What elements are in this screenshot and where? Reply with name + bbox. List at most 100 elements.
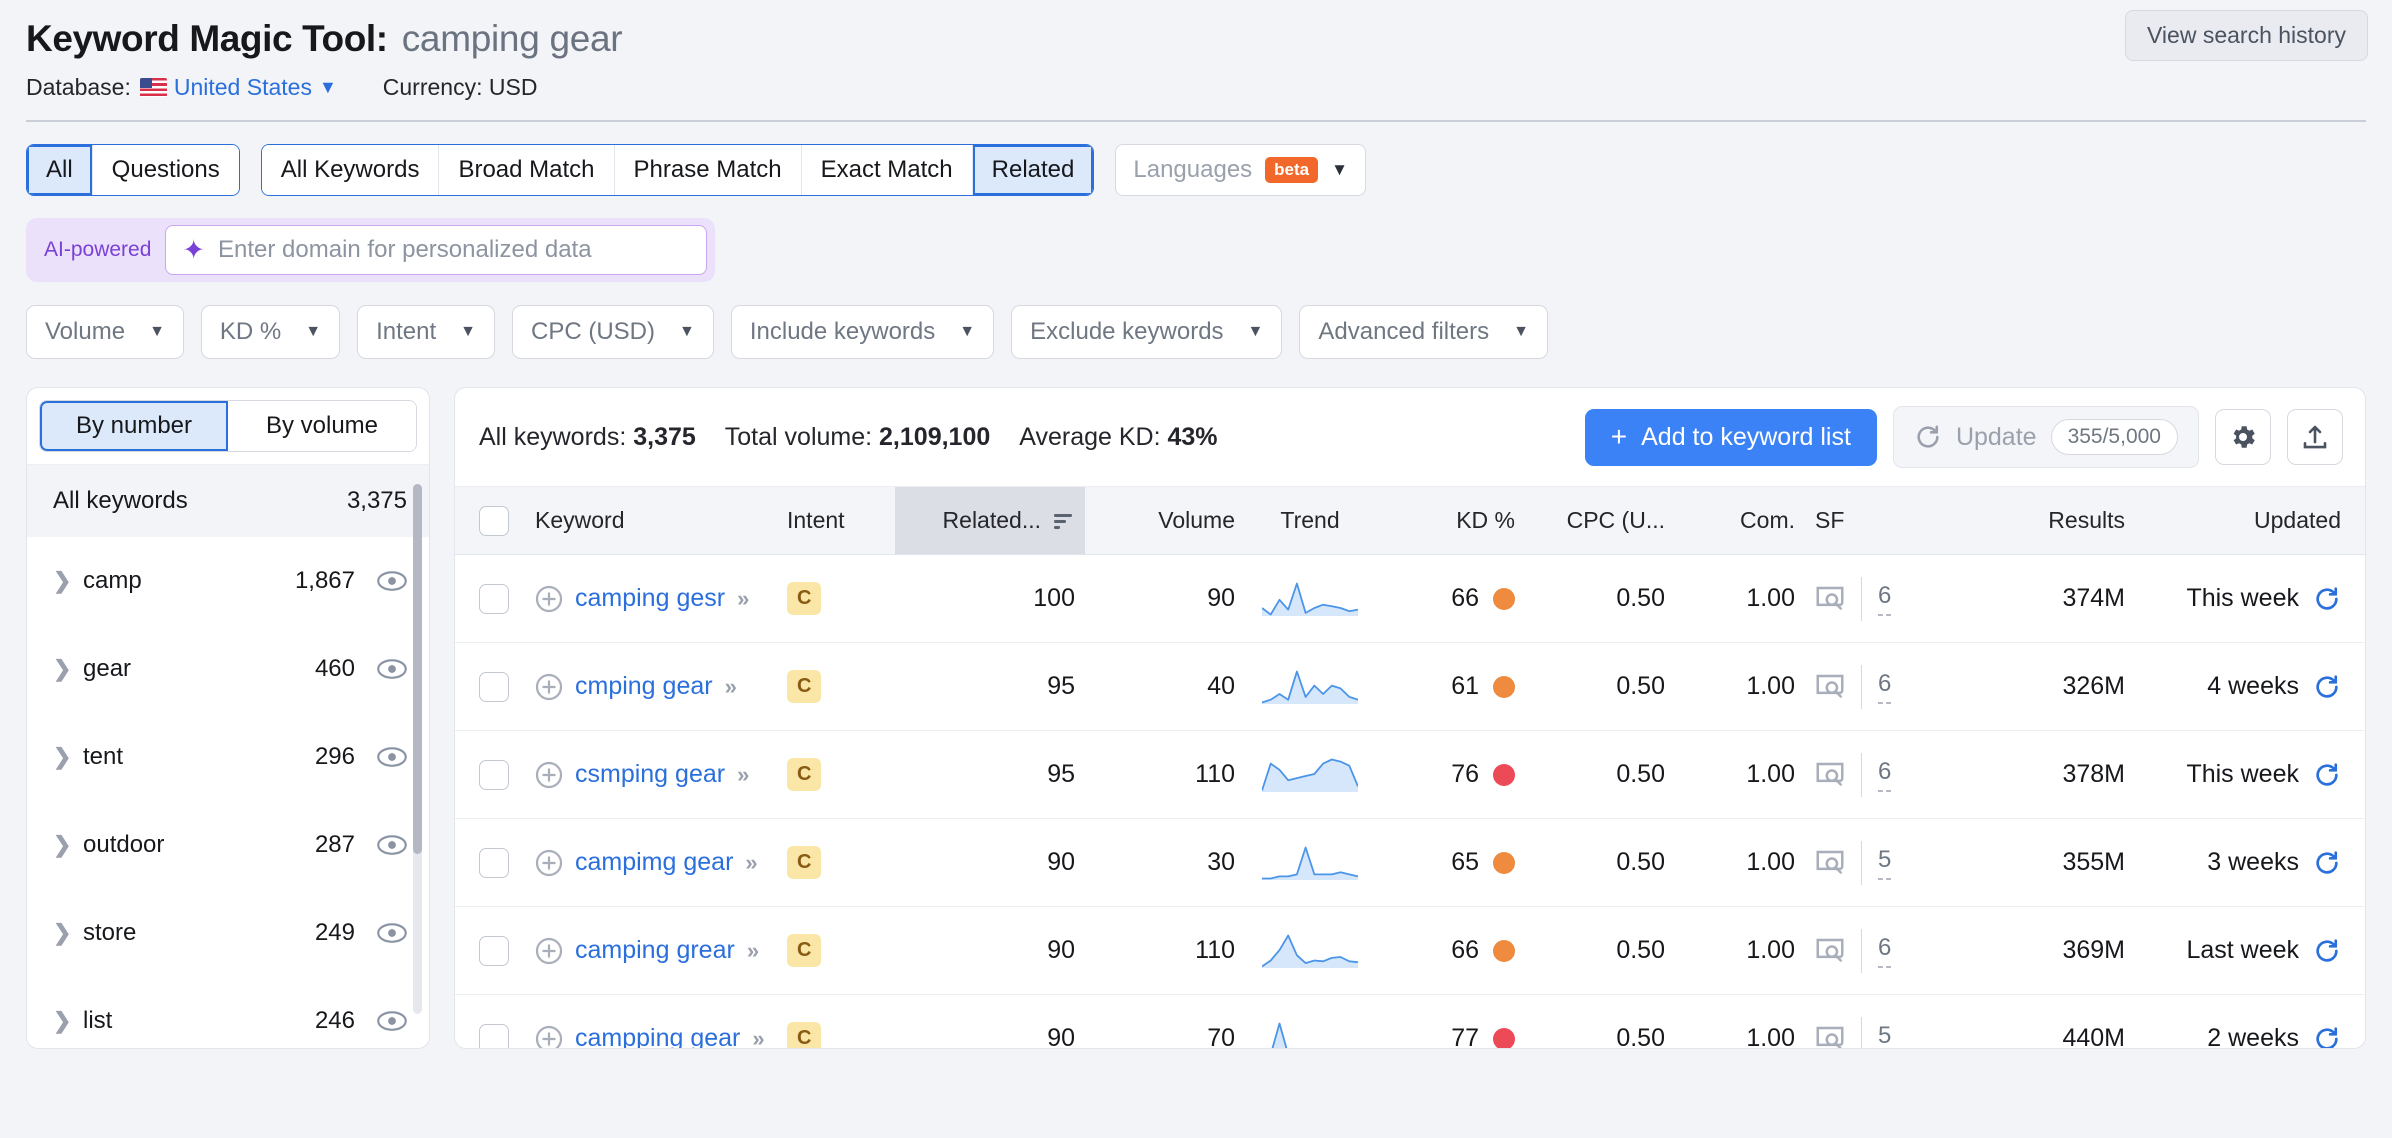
keyword-link[interactable]: camping gesr <box>575 584 725 613</box>
chevron-right-icon[interactable]: ❯ <box>53 656 83 682</box>
keyword-link[interactable]: campping gear <box>575 1024 740 1048</box>
tab-broad-match[interactable]: Broad Match <box>439 145 615 195</box>
sidebar-tab-by-volume[interactable]: By volume <box>228 401 416 451</box>
filter-exclude-keywords[interactable]: Exclude keywords ▼ <box>1011 305 1283 359</box>
chevron-double-right-icon[interactable]: » <box>745 850 757 876</box>
eye-icon[interactable] <box>377 747 407 767</box>
sf-count[interactable]: 6 <box>1878 670 1892 704</box>
row-checkbox[interactable] <box>479 759 509 790</box>
row-checkbox[interactable] <box>479 1023 509 1048</box>
refresh-row-icon[interactable] <box>2313 937 2341 965</box>
th-sf[interactable]: SF <box>1805 486 1955 555</box>
serp-features-icon[interactable] <box>1815 849 1845 877</box>
th-com[interactable]: Com. <box>1675 486 1805 555</box>
serp-features-icon[interactable] <box>1815 673 1845 701</box>
keyword-link[interactable]: campimg gear <box>575 848 733 877</box>
sidebar-item-tent[interactable]: ❯ tent 296 <box>27 713 429 801</box>
table-row[interactable]: cmping gear » C 95 40 61 0.50 1.00 6 326M 4 weeks <box>455 642 2365 731</box>
th-keyword[interactable]: Keyword <box>525 486 777 555</box>
th-intent[interactable]: Intent <box>777 486 895 555</box>
sf-count[interactable]: 6 <box>1878 934 1892 968</box>
filter-cpc[interactable]: CPC (USD) ▼ <box>512 305 714 359</box>
eye-icon[interactable] <box>377 659 407 679</box>
tab-all-keywords[interactable]: All Keywords <box>261 145 440 195</box>
intent-badge[interactable]: C <box>787 670 822 703</box>
sidebar-item-store[interactable]: ❯ store 249 <box>27 889 429 977</box>
sf-count[interactable]: 5 <box>1878 1022 1891 1049</box>
row-checkbox[interactable] <box>479 935 509 966</box>
refresh-row-icon[interactable] <box>2313 585 2341 613</box>
eye-icon[interactable] <box>377 835 407 855</box>
serp-features-icon[interactable] <box>1815 1025 1845 1050</box>
th-updated[interactable]: Updated <box>2135 486 2365 555</box>
filter-advanced[interactable]: Advanced filters ▼ <box>1299 305 1548 359</box>
tab-phrase-match[interactable]: Phrase Match <box>614 145 802 195</box>
serp-features-icon[interactable] <box>1815 761 1845 789</box>
chevron-double-right-icon[interactable]: » <box>747 938 759 964</box>
sidebar-item-camp[interactable]: ❯ camp 1,867 <box>27 537 429 625</box>
update-button[interactable]: Update 355/5,000 <box>1892 406 2199 468</box>
tab-questions[interactable]: Questions <box>92 145 239 195</box>
chevron-double-right-icon[interactable]: » <box>752 1026 764 1049</box>
intent-badge[interactable]: C <box>787 758 822 791</box>
view-search-history-button[interactable]: View search history <box>2125 10 2368 61</box>
row-select-cell[interactable] <box>455 906 525 995</box>
chevron-double-right-icon[interactable]: » <box>725 674 737 700</box>
sf-count[interactable]: 6 <box>1878 582 1892 616</box>
sf-count[interactable]: 5 <box>1878 846 1892 880</box>
th-select-all[interactable] <box>455 486 525 555</box>
row-select-cell[interactable] <box>455 730 525 819</box>
serp-features-icon[interactable] <box>1815 937 1845 965</box>
add-keyword-icon[interactable] <box>535 849 563 877</box>
table-row[interactable]: camping grear » C 90 110 66 0.50 1.00 6 369M Last … <box>455 906 2365 995</box>
sidebar-item-list[interactable]: ❯ list 246 <box>27 977 429 1048</box>
keyword-link[interactable]: csmping gear <box>575 760 725 789</box>
domain-input[interactable] <box>218 236 685 264</box>
th-trend[interactable]: Trend <box>1245 486 1375 555</box>
add-keyword-icon[interactable] <box>535 1025 563 1050</box>
tab-all[interactable]: All <box>27 145 93 195</box>
ai-domain-field[interactable]: ✦ <box>165 225 708 275</box>
table-row[interactable]: campping gear » C 90 70 77 0.50 1.00 5 440M 2 week… <box>455 994 2365 1050</box>
eye-icon[interactable] <box>377 1011 407 1031</box>
row-select-cell[interactable] <box>455 818 525 907</box>
row-select-cell[interactable] <box>455 642 525 731</box>
refresh-row-icon[interactable] <box>2313 673 2341 701</box>
th-kd[interactable]: KD % <box>1375 486 1525 555</box>
keyword-link[interactable]: camping grear <box>575 936 735 965</box>
intent-badge[interactable]: C <box>787 934 822 967</box>
row-checkbox[interactable] <box>479 583 509 614</box>
sidebar-scrollbar-thumb[interactable] <box>413 484 422 854</box>
sf-count[interactable]: 6 <box>1878 758 1892 792</box>
export-button[interactable] <box>2287 409 2343 465</box>
row-select-cell[interactable] <box>455 994 525 1048</box>
chevron-right-icon[interactable]: ❯ <box>53 920 83 946</box>
add-keyword-icon[interactable] <box>535 937 563 965</box>
chevron-right-icon[interactable]: ❯ <box>53 744 83 770</box>
filter-include-keywords[interactable]: Include keywords ▼ <box>730 305 995 359</box>
chevron-double-right-icon[interactable]: » <box>737 762 749 788</box>
languages-dropdown[interactable]: Languages beta ▼ <box>1115 144 1366 196</box>
intent-badge[interactable]: C <box>787 846 822 879</box>
refresh-row-icon[interactable] <box>2313 1025 2341 1050</box>
refresh-row-icon[interactable] <box>2313 849 2341 877</box>
th-cpc[interactable]: CPC (U... <box>1525 486 1675 555</box>
sidebar-tab-by-number[interactable]: By number <box>40 401 228 451</box>
add-keyword-icon[interactable] <box>535 761 563 789</box>
chevron-right-icon[interactable]: ❯ <box>53 568 83 594</box>
table-row[interactable]: csmping gear » C 95 110 76 0.50 1.00 6 378M This w… <box>455 730 2365 819</box>
database-selector[interactable]: United States <box>174 74 312 101</box>
th-related[interactable]: Related... <box>895 486 1085 555</box>
intent-badge[interactable]: C <box>787 582 822 615</box>
filter-kd[interactable]: KD % ▼ <box>200 305 341 359</box>
chevron-right-icon[interactable]: ❯ <box>53 1008 83 1034</box>
sidebar-item-all-keywords[interactable]: All keywords 3,375 <box>27 465 429 537</box>
select-all-checkbox[interactable] <box>479 505 509 536</box>
eye-icon[interactable] <box>377 571 407 591</box>
tab-exact-match[interactable]: Exact Match <box>801 145 973 195</box>
add-to-keyword-list-button[interactable]: + Add to keyword list <box>1584 408 1877 466</box>
eye-icon[interactable] <box>377 923 407 943</box>
table-row[interactable]: camping gesr » C 100 90 66 0.50 1.00 6 374M This w… <box>455 554 2365 643</box>
sidebar-scrollbar[interactable] <box>413 484 422 1014</box>
table-row[interactable]: campimg gear » C 90 30 65 0.50 1.00 5 355M 3 weeks <box>455 818 2365 907</box>
